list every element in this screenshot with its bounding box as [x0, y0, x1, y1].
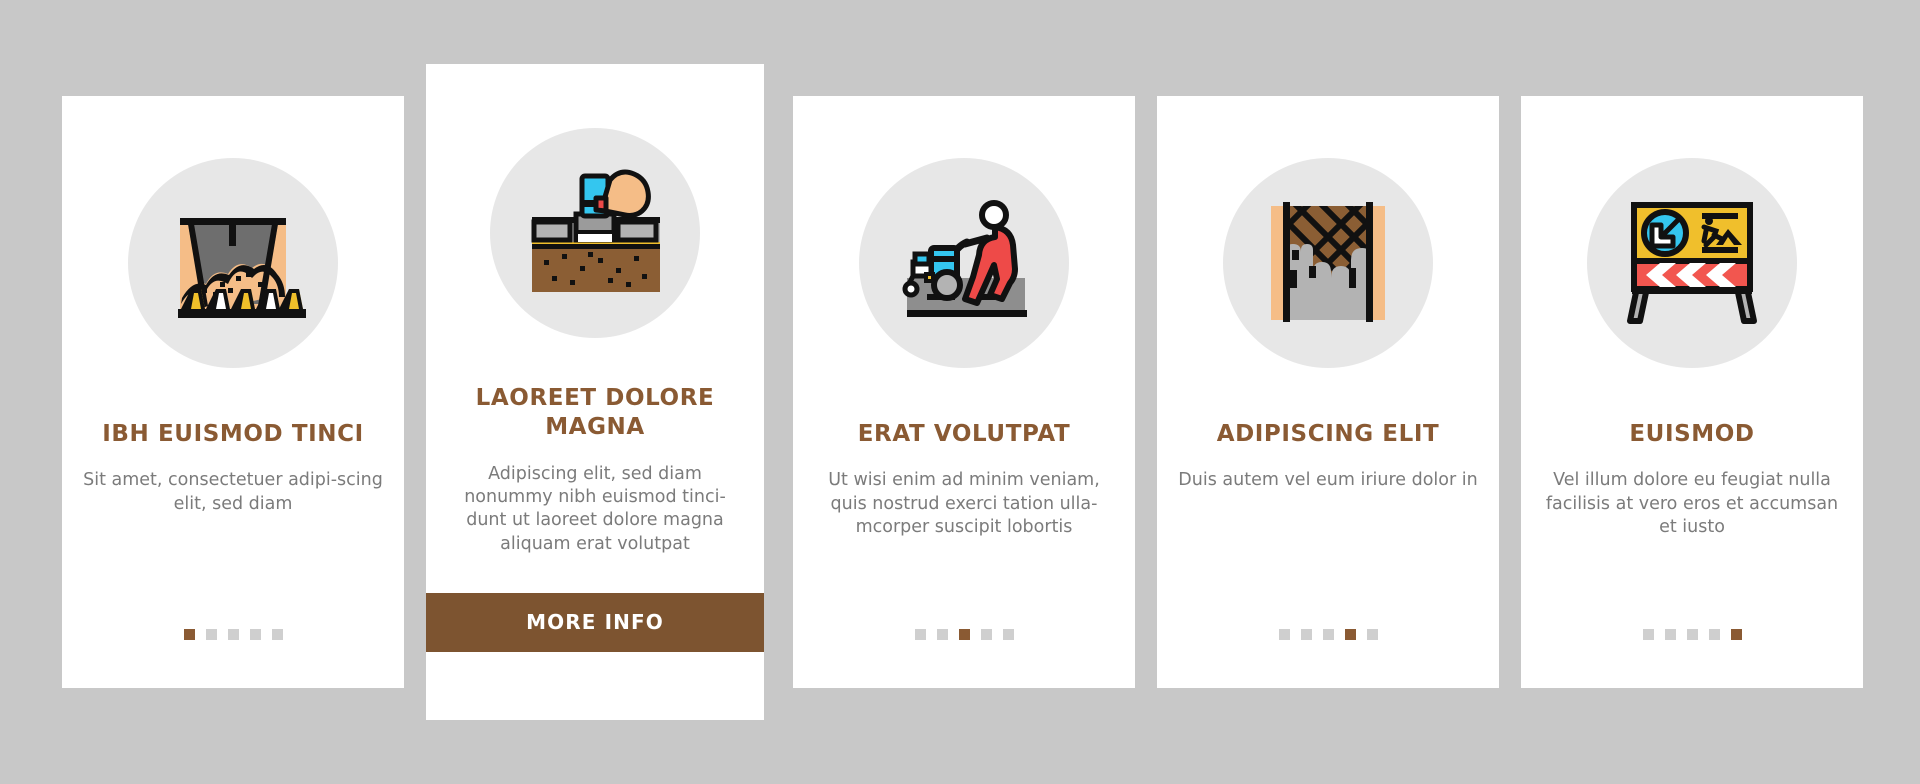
card-body: Sit amet, consectetuer adipi-scing elit,… — [83, 470, 383, 514]
card-title: ADIPISCING ELIT — [1216, 421, 1440, 447]
onboarding-card-5[interactable]: EUISMOD Vel illum dolore eu feugiat null… — [1521, 96, 1863, 688]
pagination-dots[interactable] — [914, 629, 1014, 640]
onboarding-card-2[interactable]: LAOREET DOLORE MAGNA Adipiscing elit, se… — [426, 64, 764, 720]
more-info-button[interactable]: MORE INFO — [426, 593, 764, 652]
pagination-dot[interactable] — [1664, 629, 1676, 640]
pagination-dot[interactable] — [1686, 629, 1698, 640]
pagination-dots[interactable] — [183, 629, 283, 640]
pagination-dot[interactable] — [936, 629, 948, 640]
pagination-dot[interactable] — [1278, 629, 1290, 640]
pagination-dot[interactable] — [205, 629, 217, 640]
excavation-pit-cones-icon — [128, 158, 338, 368]
pagination-dot[interactable] — [980, 629, 992, 640]
pagination-dot[interactable] — [1708, 629, 1720, 640]
onboarding-screens-container: IBH EUISMOD TINCI Sit amet, consectetuer… — [0, 0, 1920, 784]
pagination-dot[interactable] — [227, 629, 239, 640]
card-body: Duis autem vel eum iriure dolor in — [1178, 470, 1478, 491]
pagination-dot[interactable] — [1322, 629, 1334, 640]
pagination-dots[interactable] — [1642, 629, 1742, 640]
pagination-dot[interactable] — [249, 629, 261, 640]
pagination-dot[interactable] — [1642, 629, 1654, 640]
card-body: Ut wisi enim ad minim veniam, quis nostr… — [828, 470, 1100, 537]
card-body: Adipiscing elit, sed diam nonummy nibh e… — [464, 463, 726, 554]
pagination-dot[interactable] — [1730, 629, 1742, 640]
pagination-dots[interactable] — [1278, 629, 1378, 640]
pagination-dot[interactable] — [958, 629, 970, 640]
pagination-dot[interactable] — [914, 629, 926, 640]
card-title: LAOREET DOLORE MAGNA — [475, 385, 715, 441]
card-title: IBH EUISMOD TINCI — [102, 421, 364, 447]
card-title: EUISMOD — [1629, 421, 1755, 447]
mesh-reinforced-wall-icon — [1223, 158, 1433, 368]
card-title: ERAT VOLUTPAT — [857, 421, 1071, 447]
pagination-dot[interactable] — [1344, 629, 1356, 640]
onboarding-card-4[interactable]: ADIPISCING ELIT Duis autem vel eum iriur… — [1157, 96, 1499, 688]
hand-laying-paving-stone-icon — [490, 128, 700, 338]
pagination-dot[interactable] — [1366, 629, 1378, 640]
roadwork-barrier-sign-icon — [1587, 158, 1797, 368]
onboarding-card-1[interactable]: IBH EUISMOD TINCI Sit amet, consectetuer… — [62, 96, 404, 688]
onboarding-card-3[interactable]: ERAT VOLUTPAT Ut wisi enim ad minim veni… — [793, 96, 1135, 688]
pagination-dot[interactable] — [1002, 629, 1014, 640]
card-body: Vel illum dolore eu feugiat nulla facili… — [1545, 470, 1839, 537]
pagination-dot[interactable] — [183, 629, 195, 640]
pagination-dot[interactable] — [271, 629, 283, 640]
worker-road-marking-machine-icon — [859, 158, 1069, 368]
pagination-dot[interactable] — [1300, 629, 1312, 640]
